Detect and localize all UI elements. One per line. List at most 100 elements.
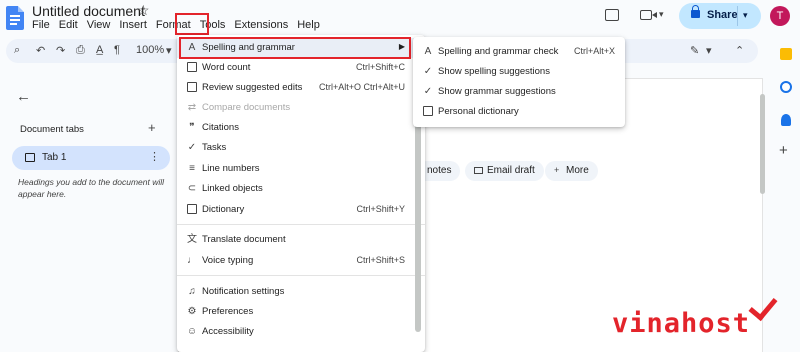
menu-item-label: Voice typing bbox=[202, 255, 254, 266]
menu-item-notification-settings[interactable]: ♫ Notification settings bbox=[177, 282, 425, 302]
line-numbers-icon: ≡ bbox=[189, 163, 195, 174]
translate-icon: 文 bbox=[187, 234, 197, 245]
title-bar: Untitled document ☆ File Edit View Inser… bbox=[0, 0, 800, 38]
menu-item-voice-typing[interactable]: ♩ Voice typing Ctrl+Shift+S bbox=[177, 251, 425, 271]
menu-item-shortcut: Ctrl+Alt+O Ctrl+Alt+U bbox=[318, 82, 405, 92]
comment-history-icon[interactable] bbox=[605, 9, 619, 21]
submenu-item-shortcut: Ctrl+Alt+X bbox=[573, 46, 615, 56]
menu-item-label: Citations bbox=[202, 122, 239, 133]
submenu-item-personal-dictionary[interactable]: Personal dictionary bbox=[413, 102, 625, 122]
add-tab-icon[interactable]: + bbox=[148, 120, 156, 135]
menu-item-translate-document[interactable]: 文 Translate document bbox=[177, 230, 425, 250]
redo-icon[interactable]: ↷ bbox=[56, 44, 65, 57]
more-chip[interactable]: + More bbox=[545, 161, 598, 181]
menu-item-label: Translate document bbox=[202, 234, 286, 245]
menu-view[interactable]: View bbox=[87, 19, 111, 31]
menu-extensions[interactable]: Extensions bbox=[234, 19, 288, 31]
menu-item-label: Accessibility bbox=[202, 326, 254, 337]
side-panel: + bbox=[770, 38, 800, 352]
menu-item-label: Compare documents bbox=[202, 102, 291, 113]
quote-icon: ❞ bbox=[189, 122, 195, 133]
document-scrollbar[interactable] bbox=[760, 94, 765, 194]
review-icon bbox=[186, 82, 198, 94]
vinahost-logo: vinahost bbox=[612, 308, 751, 339]
menu-item-label: Review suggested edits bbox=[202, 82, 303, 93]
menu-insert[interactable]: Insert bbox=[119, 19, 147, 31]
share-button[interactable]: Share ▾ bbox=[679, 3, 761, 29]
menu-item-shortcut: Ctrl+Shift+C bbox=[355, 62, 405, 72]
document-title[interactable]: Untitled document bbox=[32, 3, 145, 19]
print-icon[interactable]: ⎙ bbox=[76, 44, 85, 57]
menu-item-shortcut: Ctrl+Shift+S bbox=[356, 255, 405, 265]
tasks-icon[interactable] bbox=[780, 81, 792, 93]
chip-label: Email draft bbox=[487, 165, 535, 176]
menu-item-label: Tasks bbox=[202, 142, 227, 153]
mic-icon: ♩ bbox=[187, 255, 197, 266]
menu-file[interactable]: File bbox=[32, 19, 50, 31]
email-draft-chip[interactable]: Email draft bbox=[465, 161, 544, 181]
menu-item-label: Linked objects bbox=[202, 183, 263, 194]
share-label: Share bbox=[707, 9, 738, 21]
submenu-item-label: Personal dictionary bbox=[438, 106, 519, 117]
outline-placeholder: Headings you add to the document will ap… bbox=[18, 177, 165, 199]
spelling-submenu: A Spelling and grammar check Ctrl+Alt+X … bbox=[413, 37, 625, 127]
share-dropdown-icon[interactable]: ▾ bbox=[743, 10, 748, 21]
search-menus-icon[interactable]: ⌕ bbox=[14, 44, 20, 57]
chevron-down-icon[interactable]: ▾ bbox=[166, 44, 172, 57]
book-icon bbox=[186, 204, 198, 216]
menu-item-preferences[interactable]: ⚙ Preferences bbox=[177, 302, 425, 322]
menu-item-accessibility[interactable]: ☺ Accessibility bbox=[177, 322, 425, 342]
get-addons-icon[interactable]: + bbox=[779, 142, 788, 159]
tools-menu: A Spelling and grammar ▶ Word count Ctrl… bbox=[177, 35, 425, 352]
menu-item-citations[interactable]: ❞ Citations bbox=[177, 118, 425, 138]
spellcheck-icon: A bbox=[424, 46, 432, 57]
menu-item-shortcut: Ctrl+Shift+Y bbox=[356, 204, 405, 214]
meet-icon[interactable] bbox=[640, 10, 657, 20]
keep-icon[interactable] bbox=[780, 48, 792, 60]
chevron-down-icon[interactable]: ▾ bbox=[659, 9, 664, 20]
back-arrow-icon[interactable]: ← bbox=[16, 88, 31, 105]
paint-format-icon[interactable]: ¶ bbox=[114, 44, 120, 56]
submenu-item-label: Spelling and grammar check bbox=[438, 46, 559, 57]
star-icon[interactable]: ☆ bbox=[137, 2, 150, 19]
editing-mode-icon[interactable]: ✎ bbox=[690, 44, 699, 57]
task-icon: ✓ bbox=[187, 142, 197, 153]
menu-item-word-count[interactable]: Word count Ctrl+Shift+C bbox=[177, 58, 425, 78]
menu-item-label: Notification settings bbox=[202, 286, 285, 297]
plus-icon: + bbox=[554, 165, 560, 175]
submenu-item-label: Show spelling suggestions bbox=[438, 66, 550, 77]
menu-item-linked-objects[interactable]: ⊂ Linked objects bbox=[177, 179, 425, 199]
link-icon: ⊂ bbox=[187, 183, 197, 194]
contacts-icon[interactable] bbox=[781, 114, 791, 126]
docs-logo-icon[interactable] bbox=[6, 6, 24, 30]
bell-icon: ♫ bbox=[188, 286, 196, 297]
menu-item-tasks[interactable]: ✓ Tasks bbox=[177, 138, 425, 158]
menu-item-review-suggested-edits[interactable]: Review suggested edits Ctrl+Alt+O Ctrl+A… bbox=[177, 78, 425, 98]
menu-help[interactable]: Help bbox=[297, 19, 320, 31]
submenu-item-show-grammar[interactable]: ✓ Show grammar suggestions bbox=[413, 82, 625, 102]
preferences-icon: ⚙ bbox=[187, 306, 197, 317]
lock-icon bbox=[691, 5, 700, 18]
collapse-menus-icon[interactable]: ⌃ bbox=[735, 44, 744, 57]
menu-divider bbox=[177, 224, 425, 225]
spellcheck-icon[interactable]: A̲ bbox=[96, 44, 103, 56]
more-options-icon[interactable]: ⋮ bbox=[149, 150, 160, 163]
chip-label: More bbox=[566, 165, 589, 176]
chevron-down-icon[interactable]: ▾ bbox=[706, 44, 712, 57]
submenu-item-show-spelling[interactable]: ✓ Show spelling suggestions bbox=[413, 62, 625, 82]
menu-edit[interactable]: Edit bbox=[59, 19, 78, 31]
menu-item-label: Word count bbox=[202, 62, 251, 73]
menu-item-label: Preferences bbox=[202, 306, 254, 317]
check-icon: ✓ bbox=[423, 86, 433, 97]
undo-icon[interactable]: ↶ bbox=[36, 44, 45, 57]
avatar[interactable]: T bbox=[770, 6, 790, 26]
accessibility-icon: ☺ bbox=[186, 326, 198, 337]
menu-item-line-numbers[interactable]: ≡ Line numbers bbox=[177, 159, 425, 179]
tab-1[interactable]: Tab 1 ⋮ bbox=[12, 146, 170, 170]
menu-item-label: Line numbers bbox=[202, 163, 260, 174]
menu-divider bbox=[177, 275, 425, 276]
zoom-select[interactable]: 100% bbox=[136, 44, 164, 56]
tab-icon bbox=[25, 153, 35, 162]
submenu-item-spelling-check[interactable]: A Spelling and grammar check Ctrl+Alt+X bbox=[413, 42, 625, 62]
menu-item-dictionary[interactable]: Dictionary Ctrl+Shift+Y bbox=[177, 200, 425, 220]
